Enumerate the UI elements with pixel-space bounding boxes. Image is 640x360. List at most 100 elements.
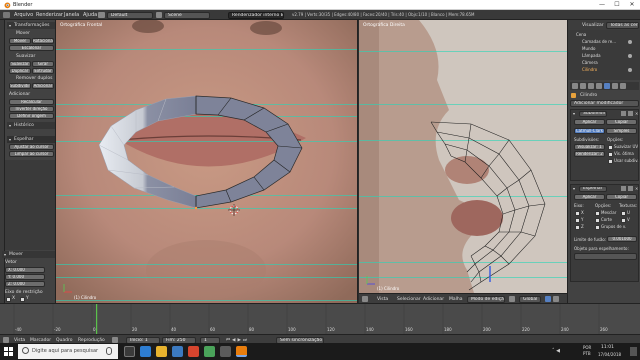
mirror-u-checkbox[interactable] [621, 211, 626, 216]
rotate-button[interactable]: Rotacionar [32, 38, 54, 44]
task-view-icon[interactable] [124, 346, 135, 357]
mirror-cursor-button[interactable]: Ajustar ao cursor [9, 144, 54, 150]
copy-button[interactable]: Copiar [606, 119, 637, 125]
vector-z-field[interactable]: Z: 0.000 [5, 281, 45, 287]
edge-browser-icon[interactable] [140, 346, 151, 357]
outliner-world[interactable]: Mundo [582, 46, 596, 51]
store-icon[interactable] [172, 346, 183, 357]
merge-limit-field[interactable]: 0.001000 [607, 236, 637, 242]
file-explorer-icon[interactable] [156, 346, 167, 357]
subsurf-name-field[interactable]: Subdividir [579, 110, 607, 117]
operator-panel-header[interactable]: Mover [2, 251, 55, 258]
vertex-groups-checkbox[interactable] [595, 225, 600, 230]
collapse-icon[interactable]: ▾ [573, 186, 575, 191]
timeline-track[interactable]: -40 -20 0 20 40 60 80 100 120 140 160 180 200 220 240 2… [0, 304, 640, 334]
menu-window[interactable]: Janela [64, 10, 79, 20]
menu-file[interactable]: Arquivo [14, 10, 33, 20]
flip-direction-button[interactable]: Inverter direção [9, 106, 54, 112]
translate-button[interactable]: Mover [9, 38, 31, 44]
outliner-cylinder[interactable]: Cilindro [582, 67, 597, 72]
extrude-button[interactable]: Extrudar [32, 68, 54, 74]
edge-select-icon[interactable] [553, 296, 559, 302]
axis-x-checkbox[interactable] [575, 211, 580, 216]
side-view-canvas[interactable] [359, 20, 567, 293]
viewport-front[interactable]: Ortográfica Frontal (1) Cilindro [56, 20, 358, 303]
vector-x-field[interactable]: X: 0.000 [5, 267, 45, 273]
mesh-menu[interactable]: Malha [449, 296, 463, 303]
app-icon[interactable] [220, 346, 231, 357]
microphone-icon[interactable] [106, 347, 112, 355]
info-editor-icon[interactable] [3, 12, 10, 18]
render-toggle-icon[interactable] [628, 111, 633, 116]
merge-checkbox[interactable] [595, 211, 600, 216]
mirror-copy-button[interactable]: Copiar [606, 194, 637, 200]
view-menu[interactable]: Vista [377, 296, 388, 303]
mirror-apply-button[interactable]: Aplicar [574, 194, 605, 200]
render-tab-icon[interactable] [572, 83, 578, 89]
mode-select[interactable]: Modo de edição [467, 295, 505, 303]
smooth-button[interactable]: Suavizar [9, 61, 31, 67]
blender-taskbar-icon[interactable] [236, 346, 247, 357]
add-button[interactable]: Adicionar [32, 83, 54, 89]
object-tab-icon[interactable] [596, 83, 602, 89]
scene-icon[interactable] [156, 12, 162, 18]
vector-y-field[interactable]: Y: 0.000 [5, 274, 45, 280]
constraint-x-checkbox[interactable] [6, 297, 11, 302]
taskbar-search-box[interactable]: Digite aqui para pesquisar [18, 344, 118, 359]
current-frame-indicator[interactable] [96, 304, 98, 334]
mirror-object-field[interactable] [574, 253, 637, 260]
outliner-view-menu[interactable]: Visualizar [582, 22, 604, 29]
app-icon[interactable] [188, 346, 199, 357]
collapse-icon[interactable]: ▾ [573, 111, 575, 116]
set-origin-button[interactable]: Definir origem [9, 113, 54, 119]
realtime-toggle-icon[interactable] [621, 186, 626, 191]
world-tab-icon[interactable] [588, 83, 594, 89]
subdivide-button[interactable]: Subdividir [9, 83, 31, 89]
simple-button[interactable]: Simples [606, 128, 637, 134]
material-tab-icon[interactable] [620, 83, 626, 89]
render-toggle-icon[interactable] [628, 186, 633, 191]
menu-help[interactable]: Ajuda [83, 10, 97, 20]
vertex-select-icon[interactable] [545, 296, 551, 302]
taskbar-time[interactable]: 11:01 [601, 345, 614, 350]
optimal-display-checkbox[interactable] [608, 152, 613, 157]
tray-icons[interactable]: ˄ ◀ [552, 348, 572, 354]
app-icon[interactable] [204, 346, 215, 357]
windows-start-icon[interactable] [4, 347, 13, 356]
remove-modifier-icon[interactable]: ✕ [635, 186, 639, 191]
clipping-checkbox[interactable] [595, 218, 600, 223]
visibility-eye-icon[interactable] [628, 40, 632, 44]
scene-tab-icon[interactable] [580, 83, 586, 89]
axis-y-checkbox[interactable] [575, 218, 580, 223]
notification-icon[interactable] [630, 347, 637, 356]
input-language[interactable]: POR PTB [583, 345, 597, 357]
front-view-canvas[interactable] [56, 20, 358, 303]
view-levels-field[interactable]: Visualizar: 1 [574, 144, 605, 150]
viewport-side[interactable]: Ortográfica Direita (1) Cilindro Vista S… [359, 20, 567, 303]
use-subsurf-checkbox[interactable] [608, 159, 613, 164]
data-tab-icon[interactable] [612, 83, 618, 89]
taskbar-date[interactable]: 17/04/2018 [598, 352, 621, 357]
constraint-y-checkbox[interactable] [20, 297, 25, 302]
mirror-selection-button[interactable]: Limpar ao cursor [9, 151, 54, 157]
add-modifier-select[interactable]: Adicionar modificador [570, 100, 639, 107]
select-menu[interactable]: Selecionar [397, 296, 421, 303]
render-engine-select[interactable]: Renderizador interno Blender [228, 11, 284, 19]
mirror-v-checkbox[interactable] [621, 218, 626, 223]
selected-vertex[interactable] [194, 206, 198, 210]
transform-panel-header[interactable]: Transformações [7, 22, 55, 29]
history-panel-header[interactable]: Histórico [7, 122, 55, 129]
close-button[interactable]: ✕ [625, 0, 639, 10]
layout-field[interactable]: Default [107, 11, 153, 19]
mirror-name-field[interactable]: Espelhar [579, 185, 607, 192]
recalculate-button[interactable]: Recalcular [9, 99, 54, 105]
modifier-tab-icon[interactable] [604, 83, 610, 89]
add-menu[interactable]: Adicionar [423, 296, 444, 303]
editor-type-icon[interactable] [362, 296, 368, 302]
axis-z-checkbox[interactable] [575, 225, 580, 230]
minimize-button[interactable]: — [595, 0, 609, 10]
pivot-select[interactable]: Global [519, 295, 541, 303]
mirror-panel-header[interactable]: Espelhar [7, 136, 55, 143]
remove-modifier-icon[interactable]: ✕ [635, 111, 639, 116]
duplicate-button[interactable]: Duplicar [9, 68, 31, 74]
